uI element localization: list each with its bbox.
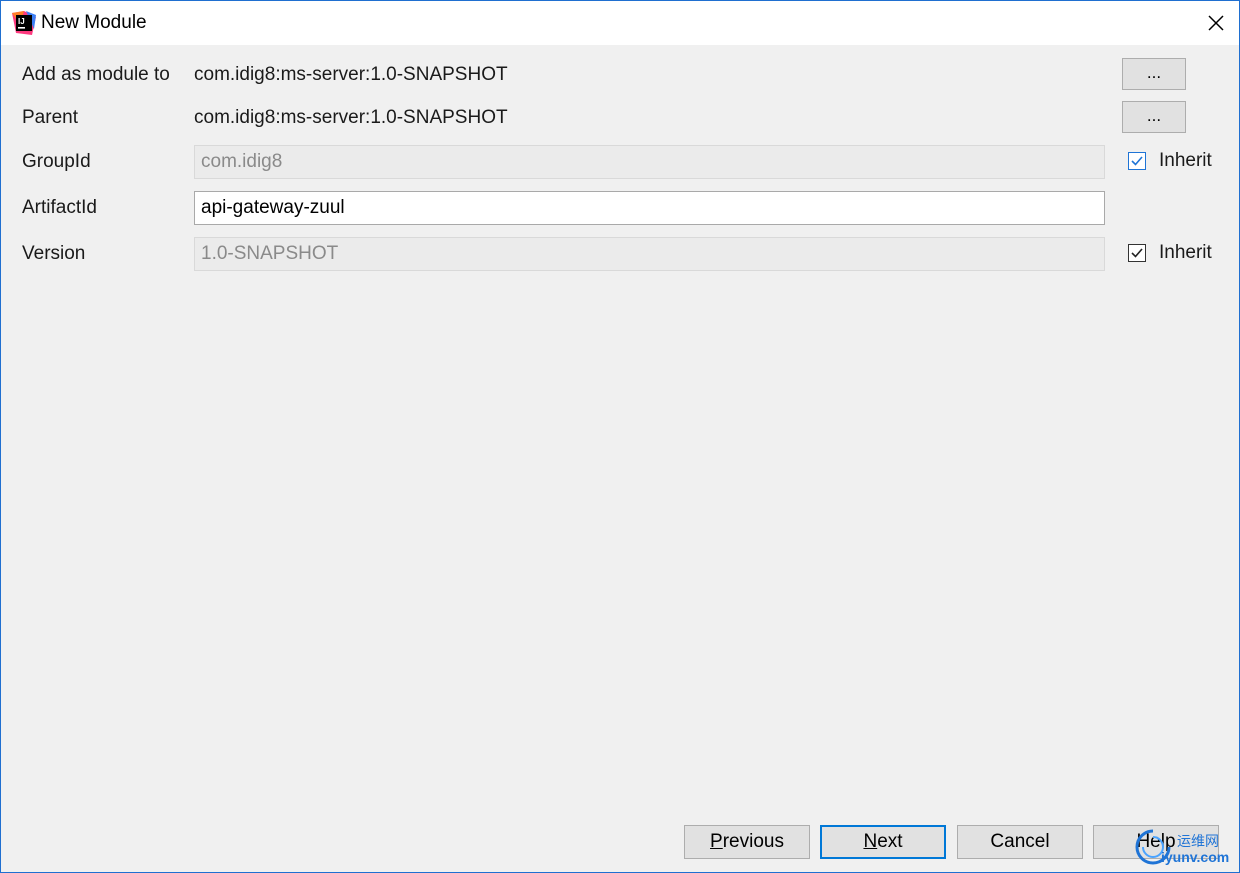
add-as-module-value: com.idig8:ms-server:1.0-SNAPSHOT	[194, 64, 508, 85]
watermark-top-text: 运维网	[1177, 834, 1219, 850]
previous-button[interactable]: Previous	[684, 825, 810, 859]
group-id-field[interactable]: com.idig8	[194, 145, 1105, 179]
dialog-title: New Module	[41, 12, 147, 33]
group-id-inherit-label[interactable]: Inherit	[1159, 150, 1212, 172]
close-icon	[1208, 15, 1224, 31]
group-id-inherit-checkbox[interactable]	[1128, 152, 1146, 170]
add-as-module-label: Add as module to	[22, 64, 170, 85]
version-inherit-checkbox[interactable]	[1128, 244, 1146, 262]
new-module-dialog: IJ New Module Add as module to com.idig8…	[0, 0, 1240, 873]
title-bar: IJ New Module	[1, 1, 1239, 45]
next-mnemonic: N	[863, 831, 878, 852]
cancel-button[interactable]: Cancel	[957, 825, 1083, 859]
add-as-module-browse-button[interactable]: ...	[1122, 58, 1186, 90]
artifact-id-label: ArtifactId	[22, 197, 97, 218]
version-field[interactable]: 1.0-SNAPSHOT	[194, 237, 1105, 271]
artifact-id-input[interactable]: api-gateway-zuul	[194, 191, 1105, 225]
group-id-label: GroupId	[22, 151, 91, 172]
checkmark-icon	[1131, 248, 1143, 258]
checkmark-icon	[1131, 156, 1143, 166]
watermark-logo: 运维网 iyunv.com	[1133, 827, 1240, 869]
parent-browse-button[interactable]: ...	[1122, 101, 1186, 133]
intellij-idea-icon: IJ	[12, 11, 36, 35]
previous-mnemonic: P	[710, 831, 723, 852]
next-label-rest: ext	[877, 831, 903, 852]
parent-label: Parent	[22, 107, 78, 128]
previous-label-rest: revious	[722, 831, 784, 852]
close-button[interactable]	[1193, 1, 1239, 45]
svg-text:IJ: IJ	[18, 17, 25, 26]
parent-value: com.idig8:ms-server:1.0-SNAPSHOT	[194, 107, 508, 128]
watermark-bottom-text: iyunv.com	[1161, 849, 1230, 865]
version-label: Version	[22, 243, 86, 264]
version-inherit-label[interactable]: Inherit	[1159, 242, 1212, 264]
next-button[interactable]: Next	[820, 825, 946, 859]
